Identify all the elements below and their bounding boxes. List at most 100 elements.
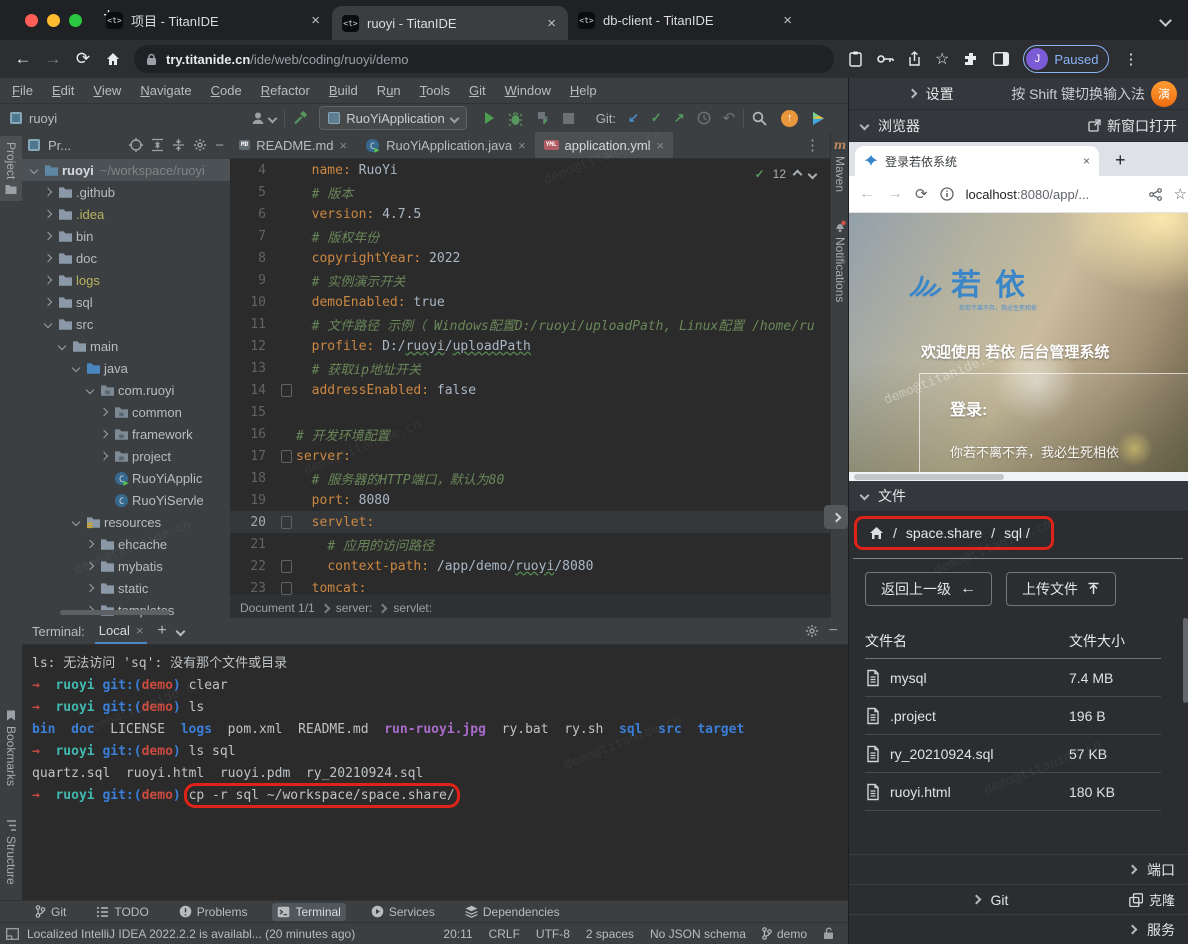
json-schema[interactable]: No JSON schema xyxy=(650,927,746,941)
tool-window-button-terminal[interactable]: Terminal xyxy=(272,903,345,921)
tree-chevron-icon[interactable] xyxy=(40,233,56,239)
terminal-dropdown-chevron-icon[interactable] xyxy=(175,626,185,636)
tree-chevron-icon[interactable] xyxy=(82,387,98,393)
menu-item-view[interactable]: View xyxy=(93,83,121,98)
search-everywhere-icon[interactable] xyxy=(752,111,767,126)
reload-icon[interactable]: ⟳ xyxy=(915,185,928,203)
menu-item-help[interactable]: Help xyxy=(570,83,597,98)
zoom-window-button[interactable] xyxy=(69,14,82,27)
tree-chevron-icon[interactable] xyxy=(96,453,112,459)
tree-item-ehcache[interactable]: ehcache xyxy=(22,533,230,555)
right-panel-vscrollbar[interactable] xyxy=(1183,618,1188,703)
browser-section-header[interactable]: 浏览器 新窗口打开 xyxy=(849,110,1188,142)
tool-stripe-structure[interactable]: Structure xyxy=(0,820,22,885)
project-panel-title[interactable]: Pr... xyxy=(48,138,71,153)
caret-position[interactable]: 20:11 xyxy=(443,927,472,941)
tab-search-chevron-icon[interactable] xyxy=(1159,14,1172,27)
new-terminal-plus-icon[interactable]: + xyxy=(157,622,166,640)
tree-chevron-icon[interactable] xyxy=(40,277,56,283)
expand-all-icon[interactable] xyxy=(151,138,164,152)
tree-item-project[interactable]: project xyxy=(22,445,230,467)
bookmark-star-icon[interactable]: ☆ xyxy=(935,49,949,69)
hide-panel-minus-icon[interactable]: − xyxy=(215,137,224,154)
tree-chevron-icon[interactable] xyxy=(96,409,112,415)
menu-item-window[interactable]: Window xyxy=(505,83,551,98)
tool-stripe-notifications[interactable]: Notifications xyxy=(831,220,849,302)
git-branch-widget[interactable]: demo xyxy=(762,927,807,941)
tool-window-button-git[interactable]: Git xyxy=(30,903,71,921)
share-icon[interactable] xyxy=(908,51,921,67)
tree-chevron-icon[interactable] xyxy=(82,541,98,547)
forward-icon[interactable]: → xyxy=(887,185,903,203)
close-tab-icon[interactable]: × xyxy=(340,138,348,153)
crumb-space-share[interactable]: space.share xyxy=(906,525,982,541)
section-端口[interactable]: 端口 xyxy=(849,854,1188,884)
git-update-icon[interactable]: ↙ xyxy=(628,110,639,126)
files-section-header[interactable]: 文件 xyxy=(849,480,1188,512)
breadcrumb-item[interactable]: server: xyxy=(336,601,373,615)
tree-chevron-icon[interactable] xyxy=(40,189,56,195)
share-icon[interactable] xyxy=(1149,188,1162,201)
info-icon[interactable] xyxy=(940,187,954,201)
tree-chevron-icon[interactable] xyxy=(54,343,70,349)
tree-chevron-icon[interactable] xyxy=(68,365,84,371)
address-field[interactable]: try.titanide.cn/ide/web/coding/ruoyi/dem… xyxy=(134,45,834,73)
section-服务[interactable]: 服务 xyxy=(849,914,1188,944)
run-button[interactable] xyxy=(485,112,494,124)
home-icon[interactable] xyxy=(98,51,128,67)
embedded-browser-tab[interactable]: 登录若依系统 × xyxy=(855,146,1099,176)
extensions-puzzle-icon[interactable] xyxy=(963,51,979,67)
bookmark-star-icon[interactable]: ☆ xyxy=(1174,185,1187,203)
browser-tab[interactable]: <t>ruoyi - TitanIDE× xyxy=(332,6,568,40)
minimize-window-button[interactable] xyxy=(47,14,60,27)
breadcrumb-item[interactable]: servlet: xyxy=(393,601,432,615)
tool-window-switcher-icon[interactable] xyxy=(6,928,19,940)
hide-terminal-minus-icon[interactable]: − xyxy=(829,622,838,640)
fold-marker[interactable] xyxy=(276,516,296,529)
close-tab-icon[interactable]: × xyxy=(781,12,794,29)
tool-stripe-maven[interactable]: m Maven xyxy=(831,138,849,192)
section-git[interactable]: Git克隆 xyxy=(849,884,1188,914)
file-name[interactable]: mysql xyxy=(890,670,1060,686)
close-icon[interactable]: × xyxy=(136,623,144,638)
crumb-sql[interactable]: sql / xyxy=(1004,525,1030,541)
coverage-icon[interactable] xyxy=(535,111,550,126)
menu-item-refactor[interactable]: Refactor xyxy=(261,83,310,98)
tree-item-logs[interactable]: logs xyxy=(22,269,230,291)
file-row[interactable]: ry_20210924.sql57 KB xyxy=(865,735,1161,773)
menu-item-tools[interactable]: Tools xyxy=(420,83,450,98)
back-icon[interactable]: ← xyxy=(8,49,38,69)
profile-paused-badge[interactable]: J Paused xyxy=(1023,45,1109,73)
next-problem-icon[interactable] xyxy=(808,169,818,179)
reload-icon[interactable]: ⟳ xyxy=(68,49,98,69)
tree-chevron-icon[interactable] xyxy=(82,563,98,569)
file-row[interactable]: .project196 B xyxy=(865,697,1161,735)
titanide-logo-icon[interactable] xyxy=(810,110,827,127)
chrome-menu-dots-icon[interactable]: ⋮ xyxy=(1123,50,1138,68)
tree-item-common[interactable]: common xyxy=(22,401,230,423)
tree-item-templates[interactable]: templates xyxy=(22,599,230,618)
project-panel-hscrollbar[interactable] xyxy=(60,610,170,615)
tree-chevron-icon[interactable] xyxy=(40,255,56,261)
terminal-tab-local[interactable]: Local × xyxy=(95,618,148,644)
unlock-icon[interactable] xyxy=(823,927,834,940)
collapse-all-icon[interactable] xyxy=(172,139,185,151)
project-widget[interactable]: ruoyi xyxy=(10,111,57,126)
tree-item--github[interactable]: .github xyxy=(22,181,230,203)
browser-tab[interactable]: <t>db-client - TitanIDE× xyxy=(568,0,804,40)
tree-item-static[interactable]: static xyxy=(22,577,230,599)
clone-button[interactable]: 克隆 xyxy=(1129,890,1175,909)
file-row[interactable]: mysql7.4 MB xyxy=(865,659,1161,697)
line-ending[interactable]: CRLF xyxy=(489,927,520,941)
forward-icon[interactable]: → xyxy=(38,49,68,69)
tree-item--idea[interactable]: .idea xyxy=(22,203,230,225)
fold-marker[interactable] xyxy=(276,582,296,595)
file-name[interactable]: .project xyxy=(890,708,1060,724)
menu-item-navigate[interactable]: Navigate xyxy=(140,83,191,98)
indent-size[interactable]: 2 spaces xyxy=(586,927,634,941)
git-commit-check-icon[interactable]: ✓ xyxy=(651,110,662,126)
password-key-icon[interactable] xyxy=(877,54,894,64)
terminal-output[interactable]: ls: 无法访问 'sq': 没有那个文件或目录→ ruoyi git:(dem… xyxy=(22,645,848,807)
file-name[interactable]: ruoyi.html xyxy=(890,784,1060,800)
tree-chevron-icon[interactable] xyxy=(96,431,112,437)
